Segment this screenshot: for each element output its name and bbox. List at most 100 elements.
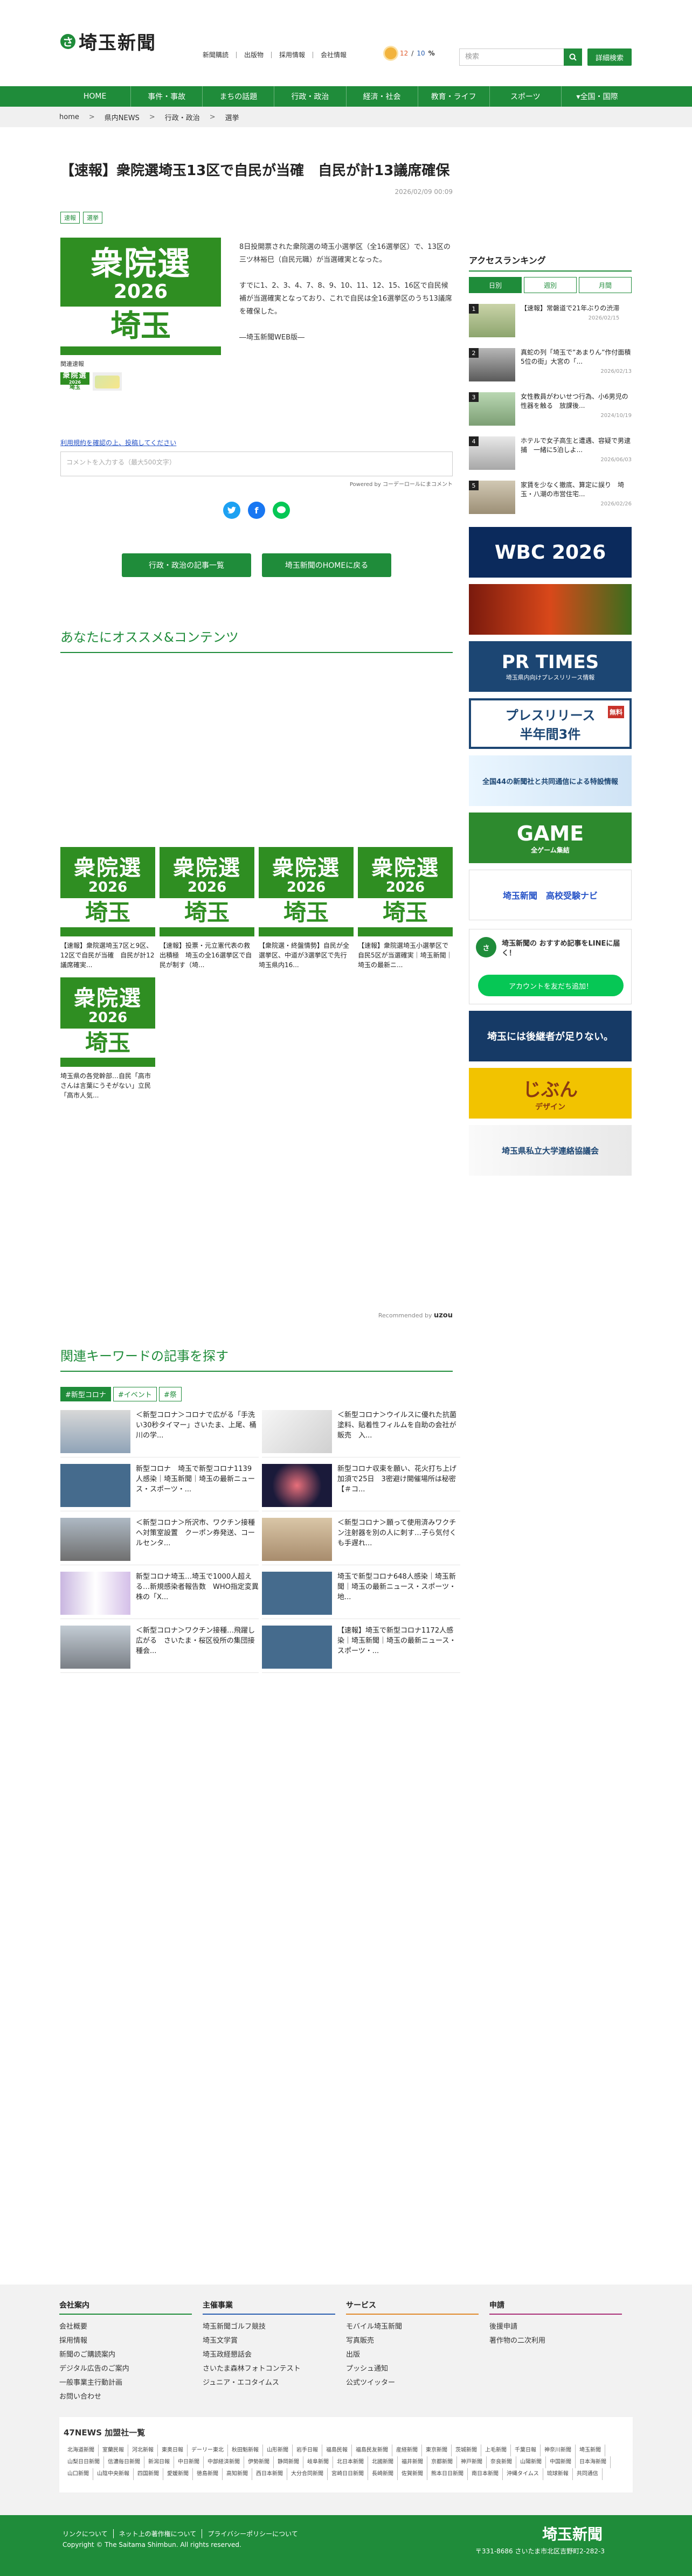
- list-item[interactable]: ＜新型コロナ＞所沢市、ワクチン接種へ対策室設置 クーポン券発送、コールセンタ..…: [60, 1518, 259, 1565]
- footer-bar-link[interactable]: リンクについて: [63, 2529, 114, 2538]
- member-paper-link[interactable]: 岐阜新聞: [303, 2456, 333, 2468]
- footer-bar-link[interactable]: プライバシーポリシーについて: [202, 2529, 303, 2538]
- member-paper-link[interactable]: 南日本新聞: [468, 2468, 503, 2480]
- tag-breaking[interactable]: 速報: [60, 212, 80, 224]
- list-item[interactable]: 新型コロナ埼玉…埼玉で1000人超える…新規感染者報告数 WHO指定変異株の「X…: [60, 1572, 259, 1619]
- facebook-share-button[interactable]: f: [248, 502, 265, 519]
- member-paper-link[interactable]: 静岡新聞: [274, 2456, 303, 2468]
- member-paper-link[interactable]: 千葉日報: [511, 2445, 541, 2456]
- member-paper-link[interactable]: 佐賀新聞: [398, 2468, 427, 2480]
- top-link-company[interactable]: 会社情報: [313, 52, 354, 58]
- crumb-politics[interactable]: 行政・政治: [165, 112, 210, 122]
- member-paper-link[interactable]: 山形新聞: [263, 2445, 293, 2456]
- ranking-item[interactable]: 2 真蛇の列「埼玉で”あまりん”作付面積5位の街」大宮の「... 2026/02/1…: [469, 348, 632, 381]
- list-item[interactable]: 新型コロナ収束を願い、花火打ち上げ 加須で25日 3密避け開催場所は秘密【＃コ.…: [262, 1464, 460, 1511]
- member-paper-link[interactable]: 愛媛新聞: [163, 2468, 193, 2480]
- prtimes-banner[interactable]: PR TIMES 埼玉県内向けプレスリリース情報: [469, 641, 632, 692]
- ranking-item[interactable]: 1 【速報】常磐道で21年ぶりの渋滞 2026/02/15: [469, 304, 632, 337]
- recommend-card[interactable]: 衆院選 2026 埼玉 【速報】投票・元立憲代表の救出積極 埼玉の全16選挙区で自民…: [160, 847, 254, 970]
- game-banner[interactable]: GAME 全ゲーム集結: [469, 813, 632, 863]
- back-home-button[interactable]: 埼玉新聞のHOMEに戻る: [262, 553, 391, 577]
- nav-economy[interactable]: 経済・社会: [347, 86, 418, 107]
- member-paper-link[interactable]: 中日新聞: [174, 2456, 204, 2468]
- recommend-card[interactable]: 衆院選 2026 埼玉 【速報】衆院選埼玉小選挙区で自民5区が当選確実｜埼玉新聞｜埼…: [358, 847, 453, 970]
- footer-link[interactable]: 会社概要: [59, 2320, 192, 2334]
- footer-link[interactable]: 埼玉政経懇話会: [203, 2348, 335, 2362]
- article-main-image[interactable]: 衆院選 2026 埼玉: [60, 238, 221, 355]
- crumb-local[interactable]: 県内NEWS: [105, 112, 149, 122]
- line-add-friend-button[interactable]: アカウントを友だち追加！: [478, 975, 624, 996]
- member-paper-link[interactable]: 福井新聞: [398, 2456, 427, 2468]
- member-paper-link[interactable]: 神奈川新聞: [541, 2445, 576, 2456]
- keyword-tab-festival[interactable]: #祭: [158, 1387, 182, 1401]
- footer-link[interactable]: 採用情報: [59, 2334, 192, 2348]
- search-button[interactable]: [564, 48, 582, 66]
- member-paper-link[interactable]: デーリー東北: [188, 2445, 228, 2456]
- member-paper-link[interactable]: 日本海新聞: [576, 2456, 611, 2468]
- ranking-tab-daily[interactable]: 日別: [469, 277, 522, 293]
- footer-link[interactable]: 新聞のご購読案内: [59, 2348, 192, 2362]
- nav-sports[interactable]: スポーツ: [490, 86, 562, 107]
- member-paper-link[interactable]: 北日本新聞: [333, 2456, 368, 2468]
- nav-education[interactable]: 教育・ライフ: [418, 86, 490, 107]
- member-paper-link[interactable]: 茨城新聞: [452, 2445, 481, 2456]
- tag-election[interactable]: 選挙: [83, 212, 102, 224]
- site-logo[interactable]: さ 埼玉新聞: [60, 28, 156, 54]
- comment-terms-link[interactable]: 利用規約を確認の上、投稿してください: [60, 438, 453, 447]
- member-paper-link[interactable]: 新潟日報: [144, 2456, 174, 2468]
- footer-link[interactable]: 後援申請: [489, 2320, 622, 2334]
- member-paper-link[interactable]: 高知新聞: [223, 2468, 252, 2480]
- member-paper-link[interactable]: 岩手日報: [293, 2445, 322, 2456]
- member-paper-link[interactable]: 共同通信: [573, 2468, 603, 2480]
- press-release-banner[interactable]: プレスリリース 半年間3件 無料: [469, 698, 632, 749]
- list-item[interactable]: ＜新型コロナ＞ウイルスに優れた抗菌塗料、貼着性フィルムを自助の会社が販売 入..…: [262, 1410, 460, 1457]
- member-paper-link[interactable]: 埼玉新聞: [576, 2445, 605, 2456]
- footer-link[interactable]: 埼玉新聞ゴルフ競技: [203, 2320, 335, 2334]
- tochigi-banner[interactable]: [469, 584, 632, 635]
- member-paper-link[interactable]: 東京新聞: [422, 2445, 452, 2456]
- member-paper-link[interactable]: 上毛新聞: [481, 2445, 511, 2456]
- footer-link[interactable]: お問い合わせ: [59, 2390, 192, 2404]
- university-banner[interactable]: 埼玉県私立大学連絡協議会: [469, 1125, 632, 1176]
- member-paper-link[interactable]: 山口新聞: [64, 2468, 93, 2480]
- member-paper-link[interactable]: 福島民友新聞: [352, 2445, 392, 2456]
- member-paper-link[interactable]: 伊勢新聞: [244, 2456, 274, 2468]
- ranking-tab-monthly[interactable]: 月間: [579, 277, 632, 293]
- gallery-thumb[interactable]: 衆院選 2026 埼玉: [60, 372, 89, 391]
- member-paper-link[interactable]: 福島民報: [322, 2445, 352, 2456]
- twitter-share-button[interactable]: [223, 502, 240, 519]
- list-item[interactable]: 新型コロナ 埼玉で新型コロナ1139人感染｜埼玉新聞｜埼玉の最新ニュース・スポー…: [60, 1464, 259, 1511]
- member-paper-link[interactable]: 熊本日日新聞: [427, 2468, 468, 2480]
- nav-incidents[interactable]: 事件・事故: [131, 86, 203, 107]
- top-link-subscribe[interactable]: 新聞購読: [195, 52, 237, 58]
- member-paper-link[interactable]: 山陽新聞: [516, 2456, 546, 2468]
- member-paper-link[interactable]: 四国新聞: [134, 2468, 163, 2480]
- member-paper-link[interactable]: 中国新聞: [546, 2456, 576, 2468]
- footer-link[interactable]: デジタル広告のご案内: [59, 2362, 192, 2376]
- comment-input[interactable]: コメントを入力する（最大500文字）: [60, 452, 453, 476]
- nav-national[interactable]: ▾全国・国際: [562, 86, 633, 107]
- keyword-tab-event[interactable]: #イベント: [113, 1387, 157, 1401]
- crumb-home[interactable]: home: [59, 113, 89, 121]
- member-paper-link[interactable]: 東奥日報: [158, 2445, 188, 2456]
- footer-link[interactable]: 写真販売: [346, 2334, 479, 2348]
- member-paper-link[interactable]: 京都新聞: [427, 2456, 457, 2468]
- member-paper-link[interactable]: 山陰中央新報: [93, 2468, 134, 2480]
- footer-logo[interactable]: 埼玉新聞: [542, 2523, 603, 2544]
- tranbi-banner[interactable]: 埼玉には後継者が足りない。: [469, 1011, 632, 1061]
- koko-navi-banner[interactable]: 埼玉新聞 高校受験ナビ: [469, 870, 632, 920]
- footer-link[interactable]: 公式ツイッター: [346, 2376, 479, 2390]
- member-paper-link[interactable]: 秋田魁新報: [228, 2445, 263, 2456]
- recommend-card[interactable]: 衆院選 2026 埼玉 【衆院選・終盤情勢】自民が全選挙区、中道が3選挙区で先行 埼…: [259, 847, 354, 970]
- member-paper-link[interactable]: 山梨日日新聞: [64, 2456, 104, 2468]
- member-paper-link[interactable]: 河北新報: [128, 2445, 158, 2456]
- footer-link[interactable]: 一般事業主行動計画: [59, 2376, 192, 2390]
- kyodo-banner[interactable]: 全国44の新聞社と共同通信による特設情報: [469, 755, 632, 806]
- member-paper-link[interactable]: 西日本新聞: [252, 2468, 287, 2480]
- member-paper-link[interactable]: 徳島新聞: [193, 2468, 223, 2480]
- advanced-search-button[interactable]: 詳細検索: [587, 48, 632, 66]
- member-paper-link[interactable]: 奈良新聞: [487, 2456, 516, 2468]
- category-list-button[interactable]: 行政・政治の記事一覧: [122, 553, 251, 577]
- footer-link[interactable]: 出版: [346, 2348, 479, 2362]
- list-item[interactable]: ＜新型コロナ＞コロナで広がる「手洗い30秒タイマー」さいたま、上尾、桶川の学..…: [60, 1410, 259, 1457]
